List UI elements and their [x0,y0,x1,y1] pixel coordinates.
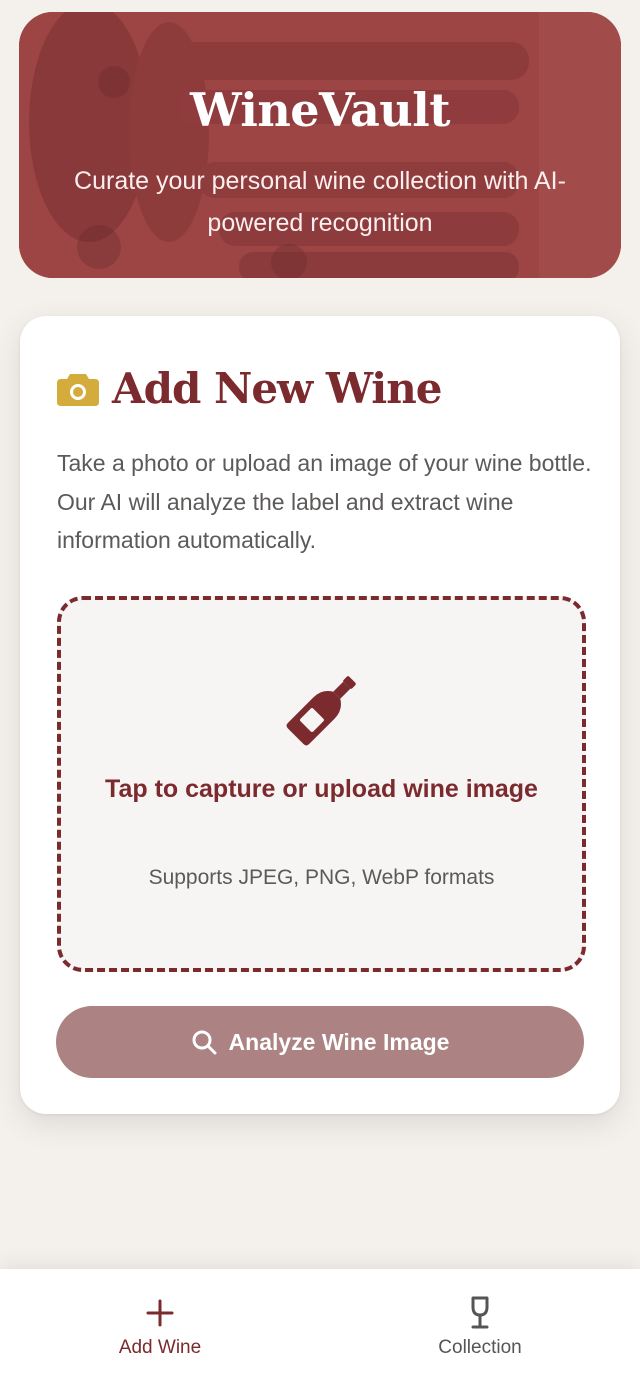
nav-add-wine-label: Add Wine [118,1337,202,1358]
card-title: Add New Wine [112,364,442,413]
nav-collection[interactable]: Collection [320,1269,640,1387]
upload-formats-hint: Supports JPEG, PNG, WebP formats [148,866,495,889]
app-title: WineVault [190,83,450,137]
nav-add-wine[interactable]: Add Wine [0,1269,320,1387]
image-upload-dropzone[interactable]: Tap to capture or upload wine image Supp… [57,596,586,972]
app-tagline: Curate your personal wine collection wit… [74,167,566,237]
wine-bottle-icon [286,676,356,746]
upload-title: Tap to capture or upload wine image [105,775,538,803]
analyze-button-label: Analyze Wine Image [228,1028,450,1055]
card-description: Take a photo or upload an image of your … [57,450,592,553]
nav-collection-label: Collection [438,1337,522,1358]
add-wine-card: Add New Wine Take a photo or upload an i… [20,316,620,1114]
bottom-nav: Add Wine Collection [0,1269,640,1387]
search-icon [192,1030,217,1055]
hero-banner: WineVault Curate your personal wine coll… [19,12,621,278]
card-header: Add New Wine [56,362,442,416]
wine-glass-icon [471,1296,489,1329]
camera-icon [57,374,99,406]
plus-icon [146,1299,174,1327]
analyze-wine-button[interactable]: Analyze Wine Image [56,1006,584,1078]
